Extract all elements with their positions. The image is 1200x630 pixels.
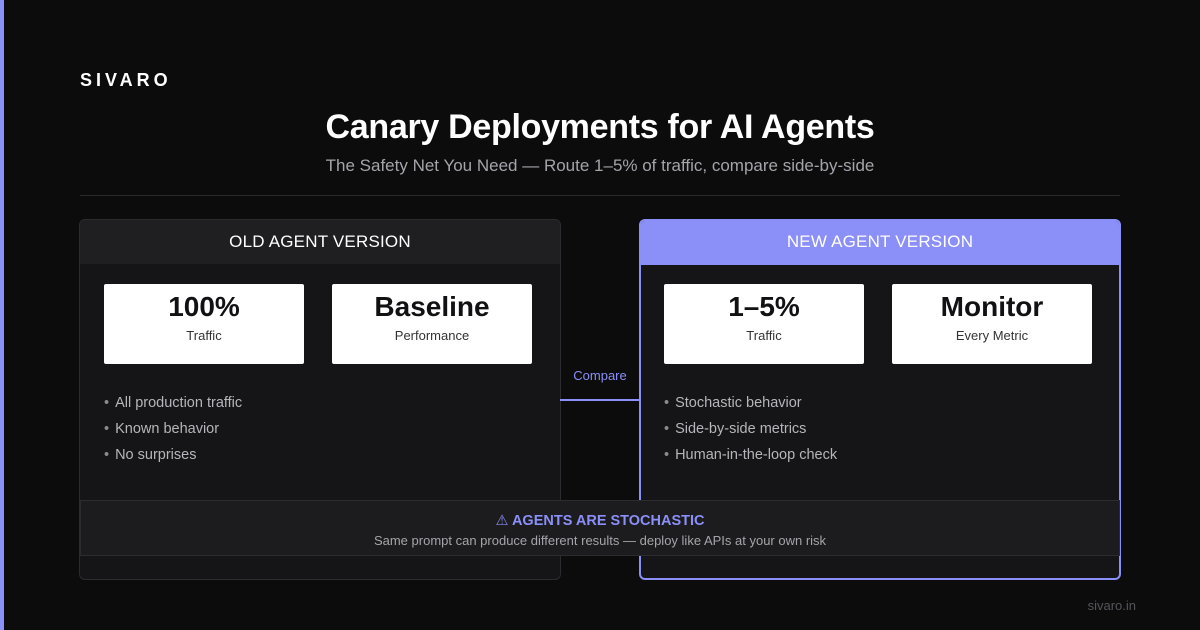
stat-label: Performance [394, 328, 470, 343]
accent-bar [0, 0, 4, 630]
list-item-text: Stochastic behavior [675, 395, 802, 411]
stat-card: 1–5% Traffic [664, 284, 864, 364]
stat-label: Every Metric [955, 328, 1029, 343]
list-item-text: Known behavior [115, 421, 220, 437]
bullet-icon: • [104, 447, 110, 463]
bullet-icon: • [104, 395, 110, 411]
old-panel-bullets: • All production traffic • Known behavior … [104, 390, 242, 468]
stochastic-warning-banner: ⚠ AGENTS ARE STOCHASTIC Same prompt can … [80, 500, 1120, 556]
bullet-icon: • [104, 421, 110, 437]
compare-label: Compare [573, 368, 627, 383]
bullet-icon: • [664, 421, 670, 437]
list-item-text: Side-by-side metrics [675, 421, 807, 437]
stat-value: Monitor [940, 291, 1044, 322]
stat-label: Traffic [186, 328, 222, 343]
list-item-text: Human-in-the-loop check [675, 447, 838, 463]
list-item: • No surprises [104, 442, 242, 468]
new-panel-bullets: • Stochastic behavior • Side-by-side metri… [664, 390, 837, 468]
page-title: Canary Deployments for AI Agents [325, 108, 875, 146]
footer-url: sivaro.in [1087, 598, 1136, 613]
stat-value: 100% [168, 291, 240, 322]
list-item: • Human-in-the-loop check [664, 442, 837, 468]
stat-label: Traffic [746, 328, 782, 343]
stat-card: 100% Traffic [104, 284, 304, 364]
stat-card: Baseline Performance [332, 284, 532, 364]
old-panel-header: OLD AGENT VERSION [80, 220, 560, 264]
old-panel-stats: 100% Traffic Baseline Performance [104, 284, 532, 364]
divider [80, 195, 1120, 196]
list-item-text: All production traffic [115, 395, 243, 411]
stat-value: Baseline [374, 291, 490, 322]
page-subtitle: The Safety Net You Need — Route 1–5% of … [325, 156, 875, 175]
new-panel-stats: 1–5% Traffic Monitor Every Metric [664, 284, 1092, 364]
list-item: • Stochastic behavior [664, 390, 837, 416]
list-item: • All production traffic [104, 390, 242, 416]
list-item-text: No surprises [115, 447, 197, 463]
brand-logo: SIVARO [80, 70, 172, 90]
compare-connector [560, 399, 640, 401]
new-panel-header: NEW AGENT VERSION [641, 221, 1119, 265]
bullet-icon: • [664, 395, 670, 411]
warning-text: Same prompt can produce different result… [373, 533, 827, 548]
warning-title: ⚠ AGENTS ARE STOCHASTIC [495, 513, 705, 529]
stat-card: Monitor Every Metric [892, 284, 1092, 364]
list-item: • Side-by-side metrics [664, 416, 837, 442]
bullet-icon: • [664, 447, 670, 463]
stat-value: 1–5% [728, 291, 800, 322]
list-item: • Known behavior [104, 416, 242, 442]
